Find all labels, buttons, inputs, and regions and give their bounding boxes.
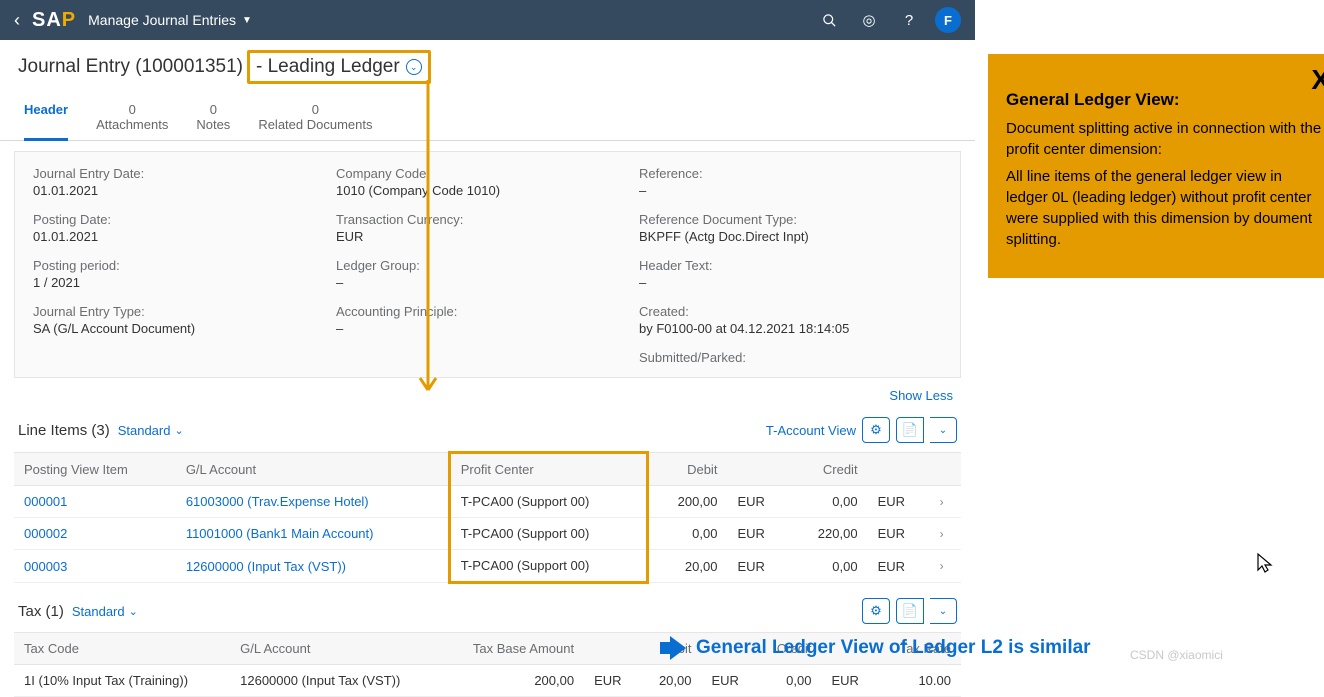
header-field: Created:by F0100-00 at 04.12.2021 18:14:… <box>639 304 942 336</box>
header-section: Journal Entry Date:01.01.2021Company Cod… <box>14 151 961 378</box>
column-header: Debit <box>647 453 727 486</box>
export-icon[interactable]: 📄 <box>896 598 924 624</box>
close-icon[interactable]: X <box>1311 60 1324 99</box>
header-field: Reference Document Type:BKPFF (Actg Doc.… <box>639 212 942 244</box>
line-items-table: Posting View ItemG/L AccountProfit Cente… <box>14 451 961 584</box>
column-header <box>868 453 930 486</box>
header-field: Reference:– <box>639 166 942 198</box>
gl-account-link[interactable]: 61003000 (Trav.Expense Hotel) <box>176 486 449 518</box>
column-header <box>584 633 640 665</box>
posting-item-link[interactable]: 000002 <box>14 518 176 550</box>
header-field: Journal Entry Date:01.01.2021 <box>33 166 336 198</box>
help-icon[interactable]: ? <box>895 6 923 34</box>
line-items-variant[interactable]: Standard⌄ <box>118 423 184 438</box>
settings-icon[interactable]: ⚙ <box>862 417 890 443</box>
t-account-view-link[interactable]: T-Account View <box>766 423 856 438</box>
posting-item-link[interactable]: 000003 <box>14 550 176 583</box>
header-field: Company Code:1010 (Company Code 1010) <box>336 166 639 198</box>
settings-icon[interactable]: ⚙ <box>862 598 890 624</box>
profit-center-cell: T-PCA00 (Support 00) <box>449 550 647 583</box>
cursor-icon <box>1256 552 1274 579</box>
header-field <box>33 350 336 367</box>
header-field <box>336 350 639 367</box>
export-dropdown-icon[interactable]: ⌄ <box>930 598 957 624</box>
column-header: Profit Center <box>449 453 647 486</box>
tab-notes[interactable]: 0Notes <box>196 102 230 140</box>
column-header <box>930 453 961 486</box>
header-field: Transaction Currency:EUR <box>336 212 639 244</box>
row-nav-icon[interactable]: › <box>930 550 961 583</box>
page-title: Journal Entry (100001351) - Leading Ledg… <box>0 40 975 90</box>
copilot-icon[interactable]: ◎ <box>855 6 883 34</box>
sap-logo: SAP <box>32 9 76 32</box>
column-header <box>727 453 789 486</box>
chevron-down-icon[interactable]: ⌄ <box>406 59 422 75</box>
export-icon[interactable]: 📄 <box>896 417 924 443</box>
table-row: 00000312600000 (Input Tax (VST))T-PCA00 … <box>14 550 961 583</box>
column-header: Posting View Item <box>14 453 176 486</box>
tax-variant[interactable]: Standard⌄ <box>72 604 138 619</box>
tab-related-documents[interactable]: 0Related Documents <box>258 102 372 140</box>
tax-header: Tax (1) Standard⌄ ⚙ 📄 ⌄ <box>0 594 975 628</box>
shell-bar: ‹ SAP Manage Journal Entries▼ ◎ ? F <box>0 0 975 40</box>
table-row: 00000211001000 (Bank1 Main Account)T-PCA… <box>14 518 961 550</box>
header-field: Header Text:– <box>639 258 942 290</box>
row-nav-icon[interactable]: › <box>930 486 961 518</box>
column-header: Tax Base Amount <box>442 633 584 665</box>
posting-item-link[interactable]: 000001 <box>14 486 176 518</box>
tab-attachments[interactable]: 0Attachments <box>96 102 168 140</box>
user-avatar[interactable]: F <box>935 7 961 33</box>
app-title-dropdown[interactable]: Manage Journal Entries▼ <box>88 12 252 28</box>
show-less-link[interactable]: Show Less <box>0 378 975 413</box>
profit-center-cell: T-PCA00 (Support 00) <box>449 486 647 518</box>
watermark: CSDN @xiaomici <box>1130 648 1223 662</box>
header-field: Accounting Principle:– <box>336 304 639 336</box>
column-header: G/L Account <box>176 453 449 486</box>
header-field: Submitted/Parked: <box>639 350 942 367</box>
table-row: 00000161003000 (Trav.Expense Hotel)T-PCA… <box>14 486 961 518</box>
row-nav-icon[interactable]: › <box>930 518 961 550</box>
header-field: Ledger Group:– <box>336 258 639 290</box>
annotation-callout: X General Ledger View: Document splittin… <box>988 54 1324 278</box>
column-header: Tax Code <box>14 633 230 665</box>
gl-account-link[interactable]: 11001000 (Bank1 Main Account) <box>176 518 449 550</box>
icon-tab-bar: Header 0Attachments 0Notes 0Related Documen… <box>0 90 975 141</box>
ledger-selector[interactable]: - Leading Ledger ⌄ <box>247 50 431 84</box>
back-icon[interactable]: ‹ <box>14 10 20 31</box>
header-field: Journal Entry Type:SA (G/L Account Docum… <box>33 304 336 336</box>
export-dropdown-icon[interactable]: ⌄ <box>930 417 957 443</box>
footer-note: General Ledger View of Ledger L2 is simi… <box>660 636 1091 660</box>
table-row: 1I (10% Input Tax (Training))12600000 (I… <box>14 665 961 697</box>
profit-center-cell: T-PCA00 (Support 00) <box>449 518 647 550</box>
header-field: Posting period:1 / 2021 <box>33 258 336 290</box>
search-icon[interactable] <box>815 6 843 34</box>
line-items-header: Line Items (3) Standard⌄ T-Account View … <box>0 413 975 447</box>
gl-account-link[interactable]: 12600000 (Input Tax (VST)) <box>176 550 449 583</box>
tab-header[interactable]: Header <box>24 102 68 141</box>
column-header: G/L Account <box>230 633 442 665</box>
column-header: Credit <box>789 453 867 486</box>
header-field: Posting Date:01.01.2021 <box>33 212 336 244</box>
